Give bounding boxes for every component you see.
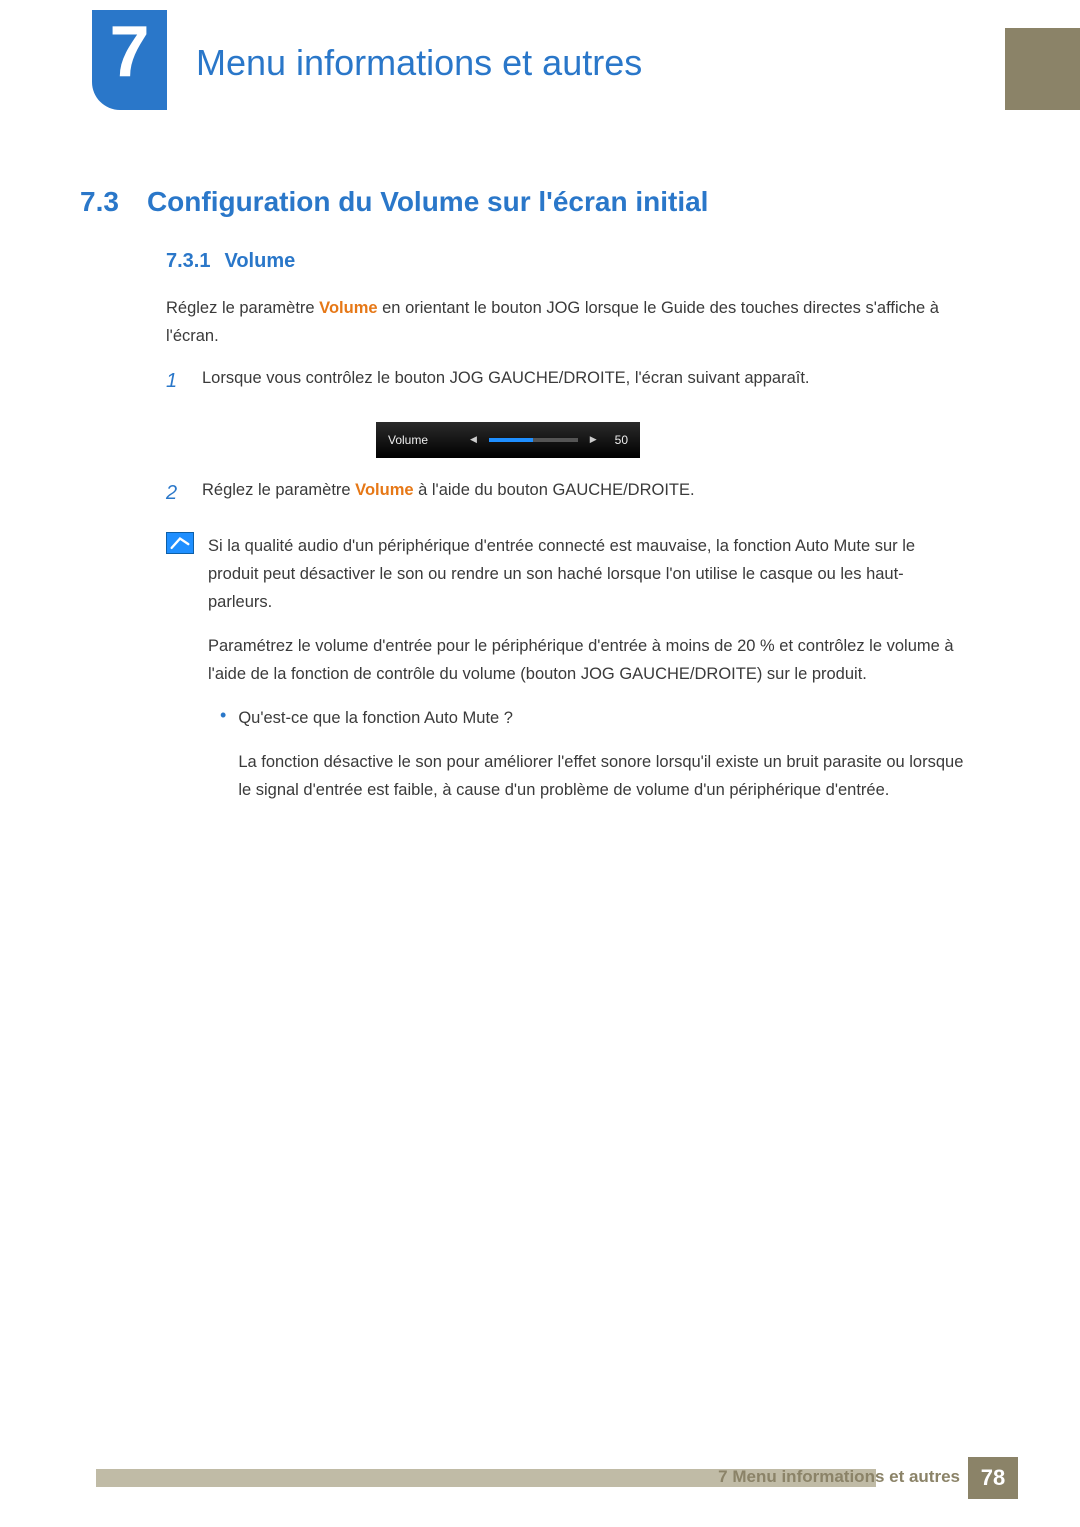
page: 7 Menu informations et autres 7.3 Config… bbox=[0, 0, 1080, 1527]
intro-keyword: Volume bbox=[319, 299, 377, 317]
page-number: 78 bbox=[968, 1457, 1018, 1499]
step-number: 1 bbox=[166, 364, 186, 398]
triangle-left-icon: ◀ bbox=[470, 432, 477, 447]
step-1: 1 Lorsque vous contrôlez le bouton JOG G… bbox=[166, 364, 966, 398]
subsection-heading: 7.3.1 Volume bbox=[166, 250, 295, 273]
chapter-title: Menu informations et autres bbox=[196, 42, 642, 84]
step2-post: à l'aide du bouton GAUCHE/DROITE. bbox=[414, 481, 695, 499]
body-content: Réglez le paramètre Volume en orientant … bbox=[166, 294, 966, 820]
section-heading: 7.3 Configuration du Volume sur l'écran … bbox=[80, 186, 708, 218]
footer-label: 7 Menu informations et autres bbox=[718, 1467, 960, 1487]
note-icon bbox=[166, 532, 194, 554]
osd-value: 50 bbox=[615, 430, 628, 450]
bullet-dot-icon: • bbox=[220, 704, 226, 820]
note-p2: Paramétrez le volume d'entrée pour le pé… bbox=[208, 632, 966, 688]
step-text: Réglez le paramètre Volume à l'aide du b… bbox=[202, 476, 966, 510]
note-bullet: • Qu'est-ce que la fonction Auto Mute ? … bbox=[220, 704, 966, 820]
step2-keyword: Volume bbox=[355, 481, 413, 499]
bullet-answer: La fonction désactive le son pour amélio… bbox=[238, 748, 966, 804]
osd-bar: Volume ◀ ▶ 50 bbox=[376, 422, 640, 458]
footer: 7 Menu informations et autres 78 bbox=[0, 1457, 1080, 1499]
subsection-title: Volume bbox=[224, 250, 295, 273]
subsection-number: 7.3.1 bbox=[166, 250, 210, 273]
section-title: Configuration du Volume sur l'écran init… bbox=[147, 186, 709, 218]
intro-pre: Réglez le paramètre bbox=[166, 299, 319, 317]
chapter-badge: 7 bbox=[92, 10, 167, 110]
triangle-right-icon: ▶ bbox=[590, 432, 597, 447]
note-block: Si la qualité audio d'un périphérique d'… bbox=[166, 532, 966, 820]
section-number: 7.3 bbox=[80, 186, 119, 218]
osd-label: Volume bbox=[388, 430, 428, 450]
note-p1: Si la qualité audio d'un périphérique d'… bbox=[208, 532, 966, 616]
intro-paragraph: Réglez le paramètre Volume en orientant … bbox=[166, 294, 966, 350]
osd-track bbox=[489, 438, 578, 442]
bullet-question: Qu'est-ce que la fonction Auto Mute ? bbox=[238, 704, 966, 732]
step-text: Lorsque vous contrôlez le bouton JOG GAU… bbox=[202, 364, 966, 398]
note-text: Si la qualité audio d'un périphérique d'… bbox=[208, 532, 966, 820]
step2-pre: Réglez le paramètre bbox=[202, 481, 355, 499]
step-2: 2 Réglez le paramètre Volume à l'aide du… bbox=[166, 476, 966, 510]
step-number: 2 bbox=[166, 476, 186, 510]
chapter-number: 7 bbox=[109, 16, 149, 88]
osd-fill bbox=[489, 438, 533, 442]
bullet-text: Qu'est-ce que la fonction Auto Mute ? La… bbox=[238, 704, 966, 820]
osd-figure: Volume ◀ ▶ 50 bbox=[166, 422, 966, 458]
